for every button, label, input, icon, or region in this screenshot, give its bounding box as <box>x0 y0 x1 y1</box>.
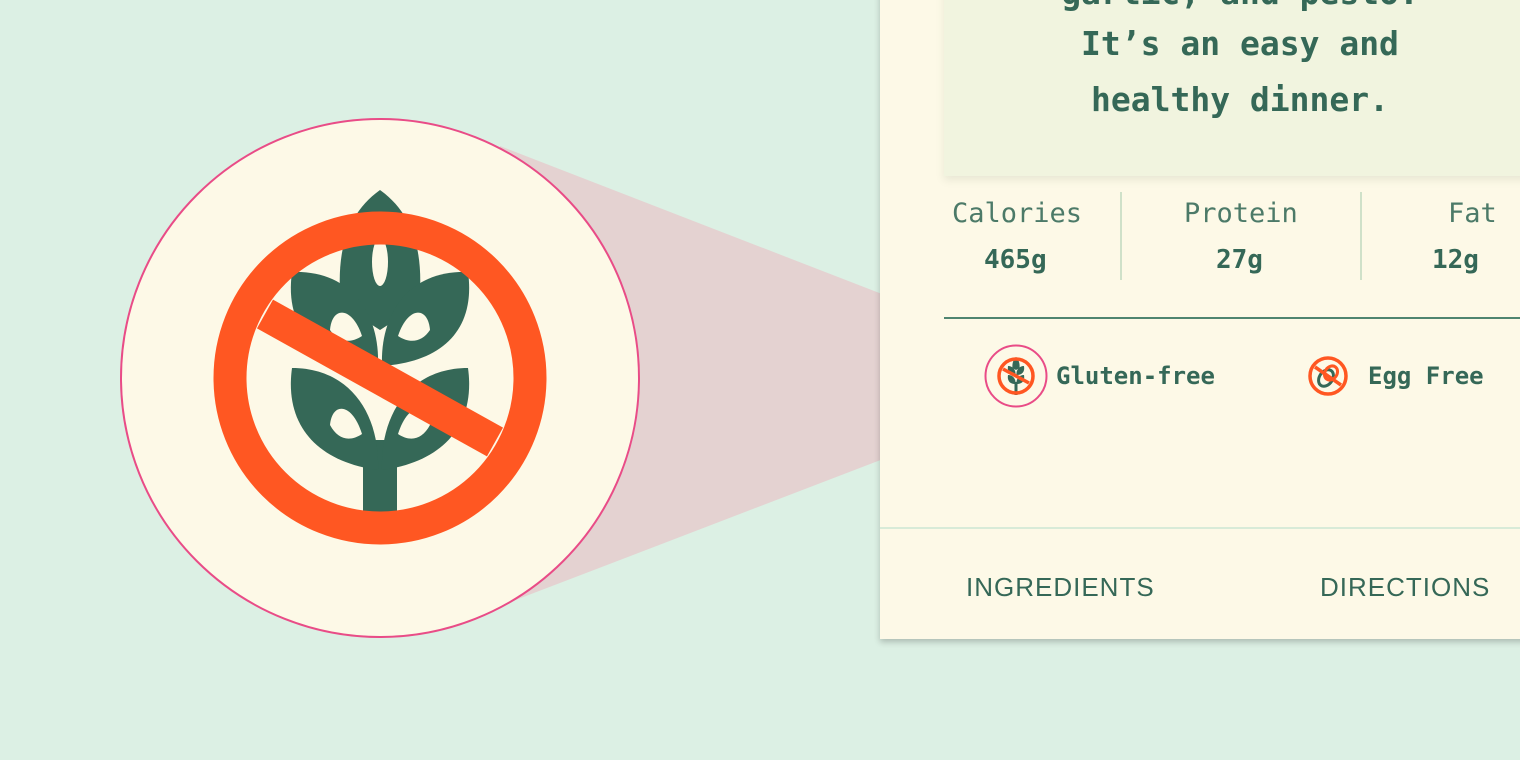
nutrition-divider <box>1360 192 1362 280</box>
description-line: garlic, and pesto. <box>944 0 1520 12</box>
recipe-card: garlic, and pesto. It’s an easy and heal… <box>880 0 1520 639</box>
description-line: healthy dinner. <box>1090 80 1389 119</box>
section-divider <box>944 317 1520 319</box>
nutrition-divider <box>1120 192 1122 280</box>
description-line: It’s an easy and <box>1081 24 1399 63</box>
no-egg-icon <box>1308 356 1348 396</box>
protein-label: Protein <box>1184 198 1298 229</box>
calories-value: 465g <box>984 245 1047 275</box>
recipe-description: garlic, and pesto. It’s an easy and heal… <box>944 0 1520 176</box>
egg-free-label: Egg Free <box>1368 362 1484 390</box>
tabs-divider <box>880 527 1520 529</box>
tab-directions[interactable]: DIRECTIONS <box>1320 572 1490 603</box>
fat-value: 12g <box>1432 245 1479 275</box>
no-wheat-icon <box>984 344 1048 408</box>
calories-label: Calories <box>952 198 1083 229</box>
tab-ingredients[interactable]: INGREDIENTS <box>966 572 1155 603</box>
protein-value: 27g <box>1216 245 1263 275</box>
gluten-free-label: Gluten-free <box>1056 362 1215 390</box>
fat-label: Fat <box>1448 198 1497 229</box>
